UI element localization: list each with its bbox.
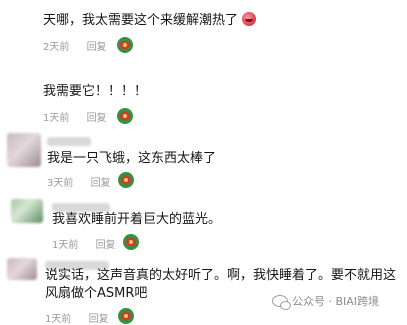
comment-time: 2天前 [43, 42, 70, 53]
comment-meta: 1天前 回复 [45, 310, 109, 325]
comment-time: 1天前 [52, 240, 79, 251]
comment-meta: 1天前 回复 [52, 236, 116, 251]
avatar[interactable] [11, 199, 43, 223]
reply-button[interactable]: 回复 [96, 236, 116, 251]
comment-time: 1天前 [45, 314, 72, 325]
wechat-icon [272, 295, 291, 310]
watermelon-reaction-icon[interactable] [118, 172, 134, 188]
avatar[interactable] [7, 258, 37, 280]
watermelon-reaction-icon[interactable] [118, 308, 134, 324]
username[interactable] [47, 137, 91, 146]
comment-time: 1天前 [43, 113, 70, 124]
comment-meta: 2天前 回复 [43, 38, 107, 53]
comment-time: 3天前 [47, 178, 74, 189]
reply-button[interactable]: 回复 [87, 38, 107, 53]
reply-button[interactable]: 回复 [91, 174, 111, 189]
comment-text: 我喜欢睡前开着巨大的蓝光。 [52, 212, 222, 227]
watermark: 公众号 · BIAI跨境 [272, 293, 379, 310]
comment-text: 说实话，这声音真的太好听了。啊，我快睡着了。要不就用这 [45, 268, 397, 283]
reply-button[interactable]: 回复 [89, 310, 109, 325]
comment-text: 我需要它！！！！ [43, 84, 148, 99]
reply-button[interactable]: 回复 [87, 109, 107, 124]
watermelon-reaction-icon[interactable] [117, 108, 133, 124]
watermelon-reaction-icon[interactable] [123, 234, 139, 250]
comment-text-continued: 风扇做个ASMR吧 [45, 286, 148, 301]
avatar[interactable] [7, 133, 41, 167]
comment-text: 我是一只飞蛾，这东西太棒了 [47, 151, 217, 166]
watermelon-reaction-icon[interactable] [117, 37, 133, 53]
face-with-open-mouth-emoji-icon [242, 12, 257, 26]
comment-text: 天哪，我太需要这个来缓解潮热了 [43, 11, 257, 30]
comment-meta: 1天前 回复 [43, 109, 107, 124]
comment-meta: 3天前 回复 [47, 174, 111, 189]
